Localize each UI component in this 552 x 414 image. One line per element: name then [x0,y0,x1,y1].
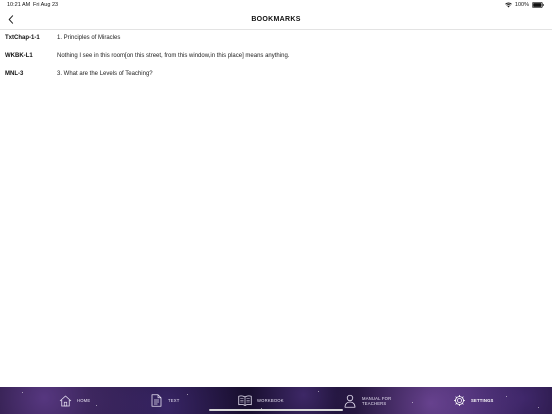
tab-label: HOME [77,398,91,403]
star-decoration [96,405,97,406]
home-icon [58,394,72,408]
bookmark-title: Nothing I see in this room[on this stree… [57,53,290,59]
star-decoration [187,394,188,395]
bookmark-list: TxtChap-1-1 1. Principles of Miracles WK… [0,34,552,88]
battery-icon [532,1,544,8]
status-time: 10:21 AM [7,2,31,8]
bookmark-title: 1. Principles of Miracles [57,35,121,41]
tab-label: TEXT [168,398,180,403]
status-bar: 10:21 AM Fri Aug 23 100% [0,0,552,10]
bookmark-row[interactable]: MNL-3 3. What are the Levels of Teaching… [0,70,552,88]
navigation-bar: BOOKMARKS [0,10,552,30]
person-icon [343,394,357,408]
star-decoration [538,407,539,408]
wifi-icon [505,2,512,8]
star-decoration [318,391,319,392]
tab-label: MANUAL FOR TEACHERS [362,395,392,406]
bookmark-code: WKBK-L1 [5,53,33,59]
tab-label: WORKBOOK [257,398,284,403]
battery-percentage: 100% [514,1,529,8]
bookmark-code: TxtChap-1-1 [5,35,40,41]
status-indicators: 100% [505,2,544,8]
tab-text[interactable]: TEXT [149,387,180,414]
tab-settings[interactable]: SETTINGS [452,387,494,414]
bookmark-title: 3. What are the Levels of Teaching? [57,71,153,77]
star-decoration [506,396,507,397]
tab-manual-for-teachers[interactable]: MANUAL FOR TEACHERS [343,387,396,414]
bookmark-code: MNL-3 [5,71,24,77]
star-decoration [22,392,23,393]
star-decoration [412,402,413,403]
tab-label: SETTINGS [471,398,494,403]
status-date: Fri Aug 23 [33,2,59,8]
tab-home[interactable]: HOME [58,387,90,414]
page-title: BOOKMARKS [251,16,301,23]
home-indicator[interactable] [209,409,343,411]
open-book-icon [238,394,252,408]
document-icon [149,394,163,408]
bookmark-row[interactable]: TxtChap-1-1 1. Principles of Miracles [0,34,552,52]
gear-icon [452,394,466,408]
bookmark-row[interactable]: WKBK-L1 Nothing I see in this room[on th… [0,52,552,70]
